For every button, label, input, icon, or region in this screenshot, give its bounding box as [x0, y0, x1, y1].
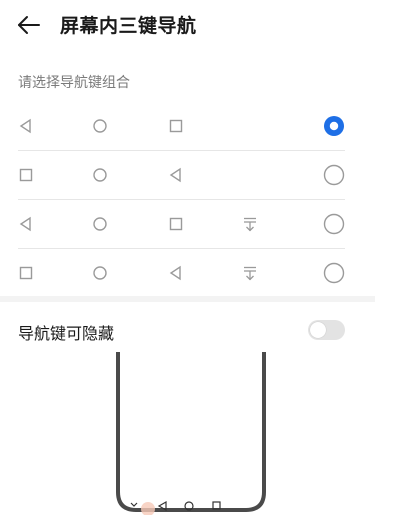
- back-triangle-icon: [19, 118, 31, 134]
- touch-indicator: [141, 502, 155, 515]
- hide-nav-toggle[interactable]: [308, 320, 345, 340]
- hide-nav-toggle-label: 导航键可隐藏: [18, 324, 115, 343]
- back-triangle-icon: [169, 167, 181, 183]
- radio-unselected-icon[interactable]: [323, 213, 345, 235]
- recents-square-icon: [19, 266, 33, 280]
- home-circle-icon: [93, 266, 107, 280]
- radio-unselected-icon[interactable]: [323, 164, 345, 186]
- recents-square-icon: [169, 119, 183, 133]
- combination-row[interactable]: [0, 248, 360, 297]
- combination-row[interactable]: [0, 101, 360, 150]
- header: 屏幕内三键导航: [0, 0, 400, 50]
- home-circle-icon: [93, 119, 107, 133]
- combination-row[interactable]: [0, 150, 360, 199]
- back-triangle-icon: [19, 216, 31, 232]
- back-triangle-icon: [169, 265, 181, 281]
- radio-unselected-icon[interactable]: [323, 262, 345, 284]
- hide-nav-icon: [244, 266, 256, 281]
- section-divider: [0, 296, 375, 302]
- chevron-down-icon: [130, 502, 138, 507]
- home-circle-icon: [93, 168, 107, 182]
- arrow-left-icon[interactable]: [14, 10, 44, 40]
- home-circle-icon: [93, 217, 107, 231]
- radio-selected-icon[interactable]: [323, 115, 345, 137]
- section-label: 请选择导航键组合: [18, 75, 130, 91]
- recents-square-icon: [19, 168, 33, 182]
- hide-nav-icon: [244, 217, 256, 232]
- page-title: 屏幕内三键导航: [60, 15, 197, 37]
- combination-row[interactable]: [0, 199, 360, 248]
- recents-square-icon: [169, 217, 183, 231]
- phone-preview: [116, 352, 266, 515]
- toggle-knob: [310, 322, 326, 338]
- recents-square-icon: [212, 501, 221, 510]
